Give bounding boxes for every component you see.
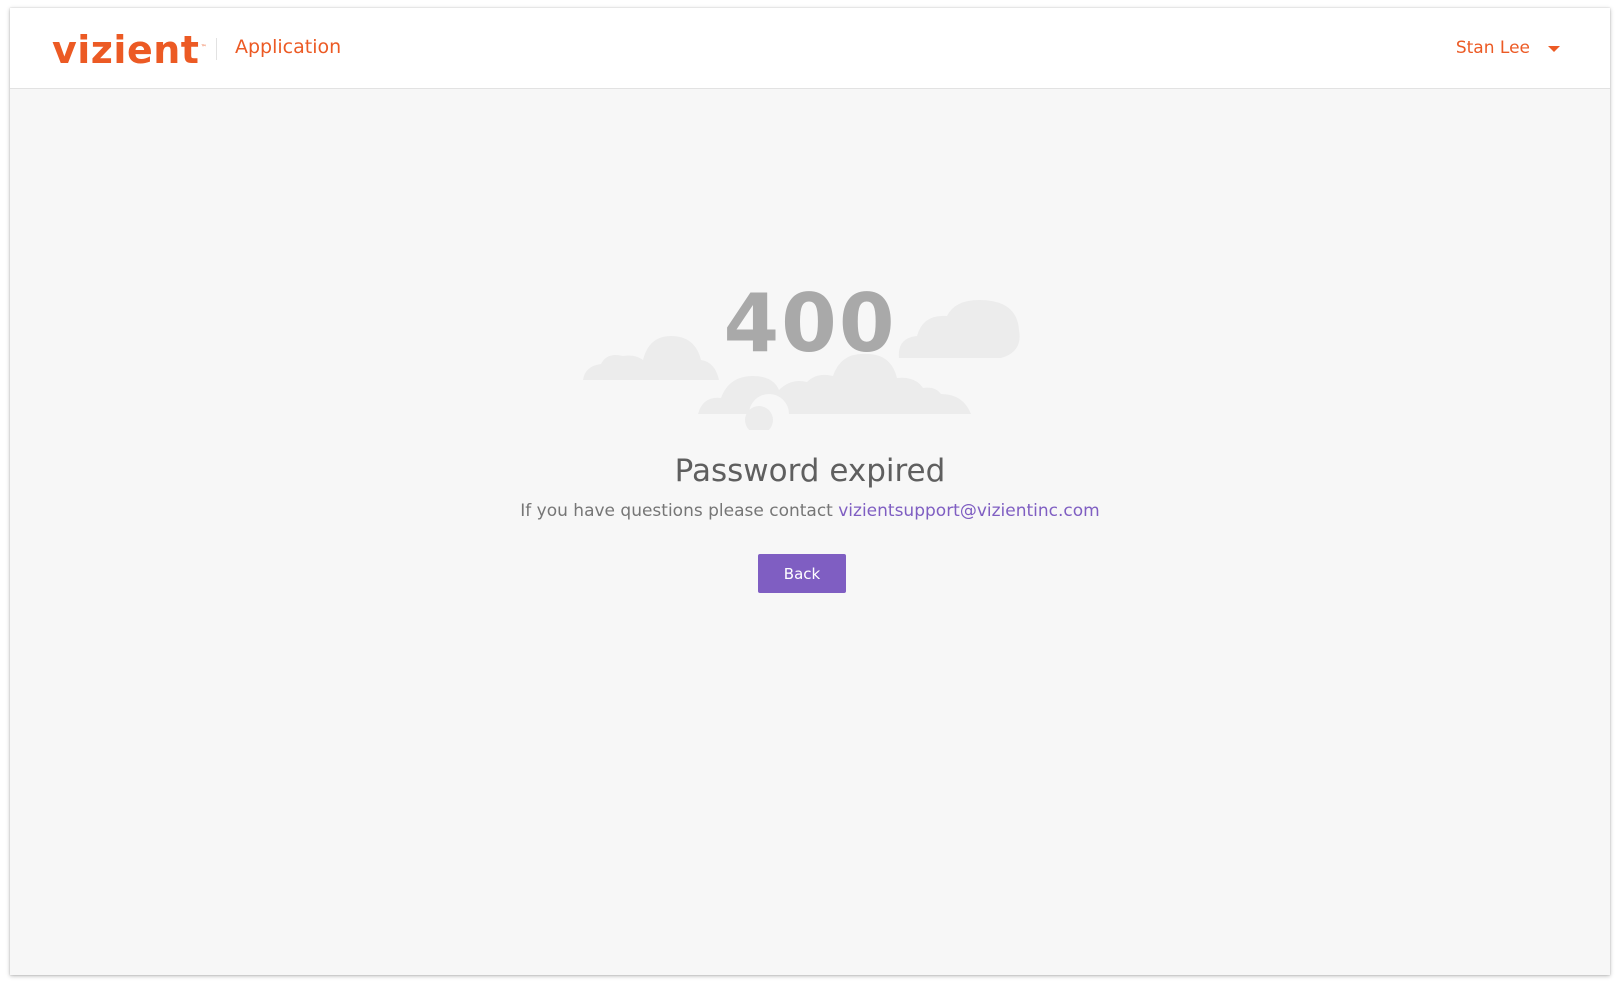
header-divider <box>216 38 217 60</box>
app-title[interactable]: Application <box>235 34 341 60</box>
logo-text: vizient <box>52 28 200 72</box>
user-menu[interactable]: Stan Lee <box>1456 34 1560 62</box>
logo-trademark: ™ <box>200 44 207 51</box>
message-text: If you have questions please contact <box>520 501 839 521</box>
error-content: 400 Password expired If you have questio… <box>10 89 1610 975</box>
error-code: 400 <box>723 277 897 370</box>
support-email-link[interactable]: vizientsupport@vizientinc.com <box>838 501 1099 521</box>
app-window: vizient ™ Application Stan Lee 400 Passw… <box>10 8 1610 975</box>
user-name[interactable]: Stan Lee <box>1456 35 1530 61</box>
top-header: vizient ™ Application Stan Lee <box>10 8 1610 89</box>
back-button[interactable]: Back <box>758 554 846 593</box>
error-headline: Password expired <box>674 453 946 489</box>
vizient-logo[interactable]: vizient ™ <box>52 26 206 70</box>
caret-down-icon[interactable] <box>1548 46 1560 52</box>
error-message: If you have questions please contact viz… <box>10 499 1610 523</box>
